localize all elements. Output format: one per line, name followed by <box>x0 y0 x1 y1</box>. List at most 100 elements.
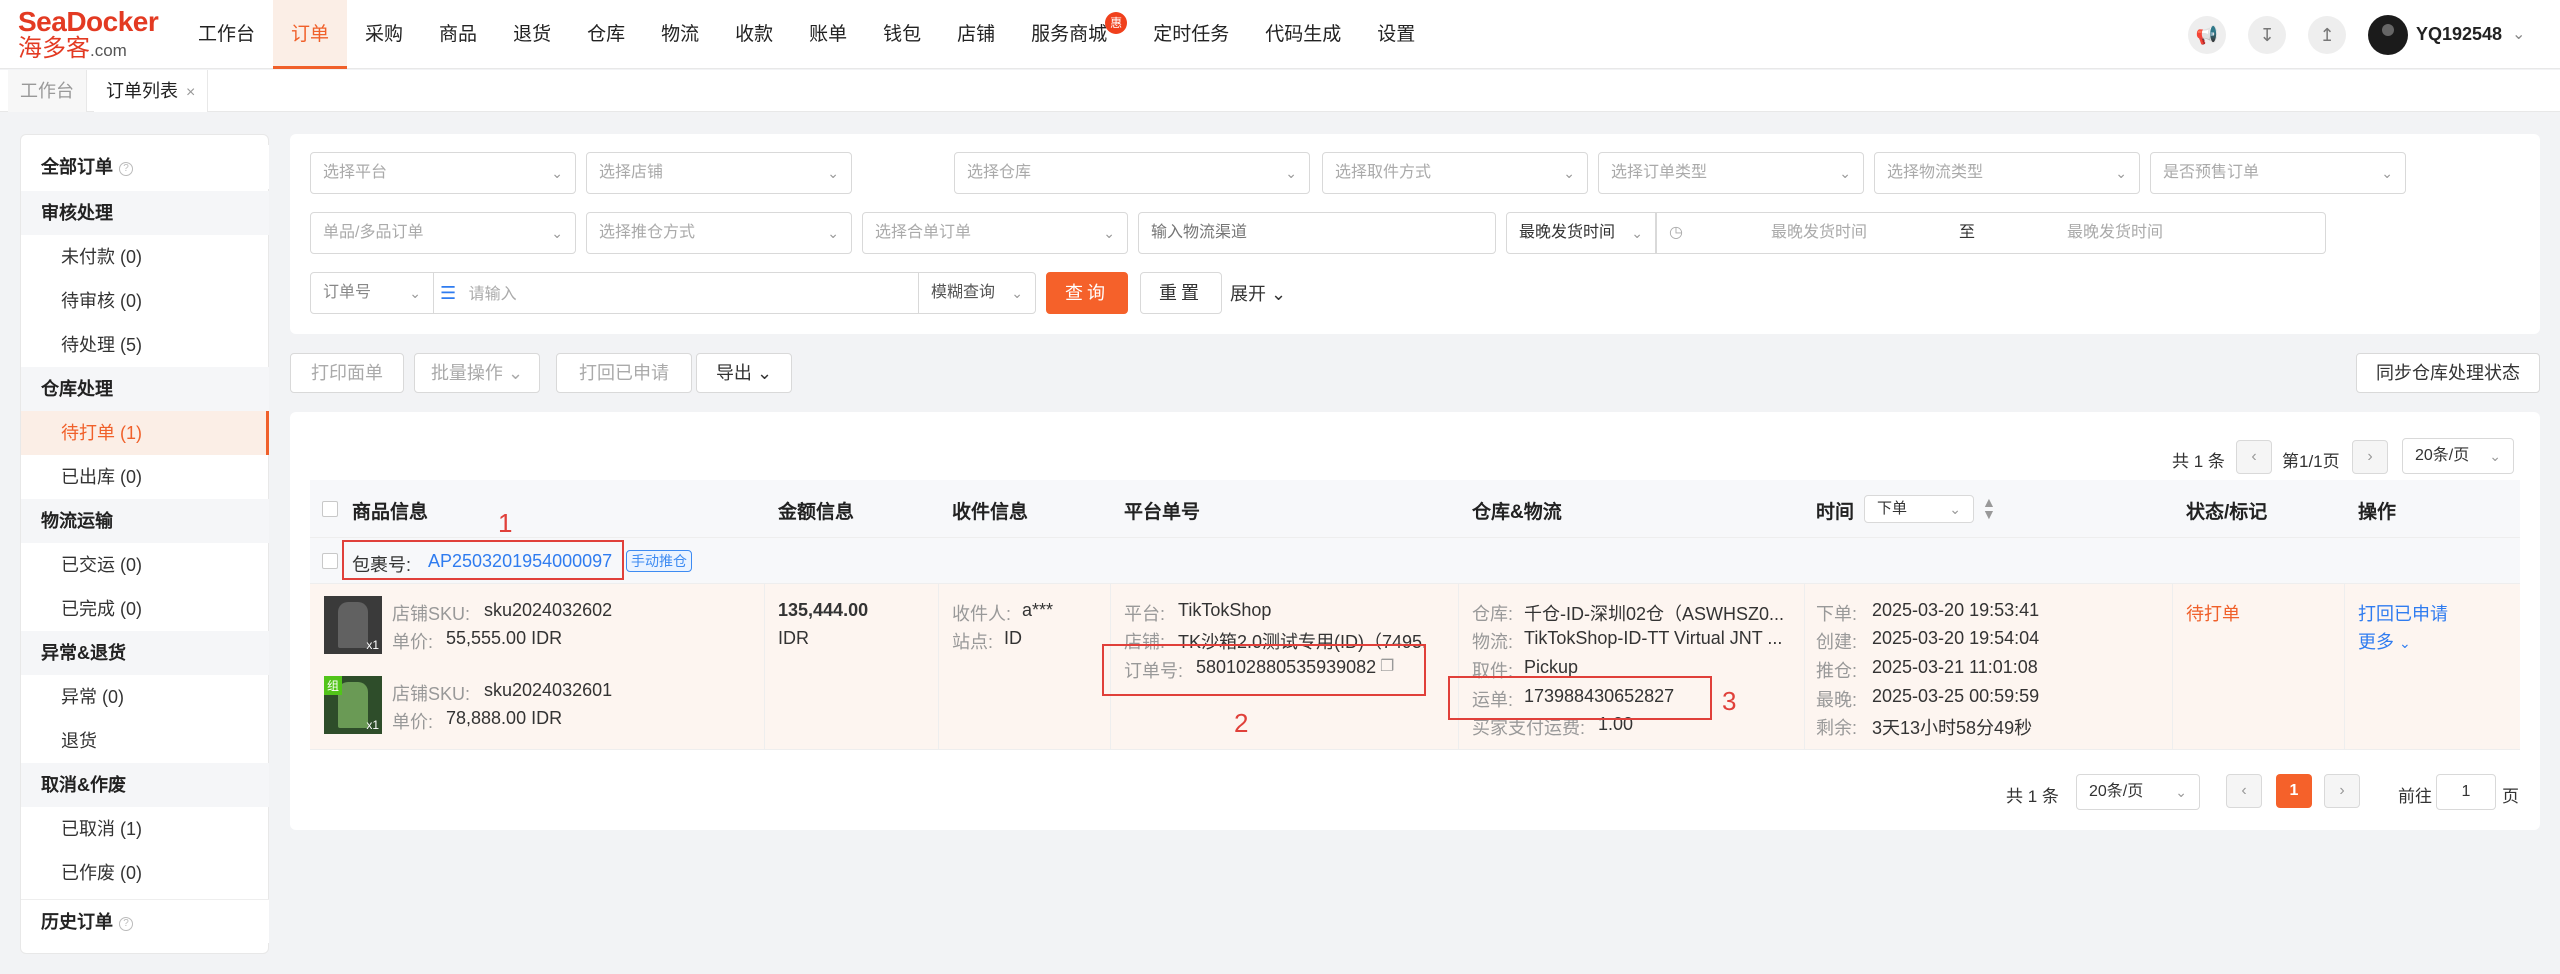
sidebar-item-returns[interactable]: 退货 <box>21 719 269 763</box>
keyword-input-wrap[interactable]: ☰ 请输入 <box>433 272 919 314</box>
download-icon[interactable]: ↧ <box>2248 16 2286 54</box>
next-page-icon[interactable]: › <box>2324 774 2360 808</box>
keyword-input[interactable]: 请输入 <box>469 286 517 303</box>
prev-page-icon[interactable]: ‹ <box>2236 440 2272 474</box>
export-button[interactable]: 导出 ⌄ <box>696 353 792 393</box>
push-method-select[interactable]: 选择推仓方式 ⌄ <box>586 212 852 254</box>
prev-page-icon[interactable]: ‹ <box>2226 774 2262 808</box>
sku-label: 店铺SKU: <box>392 684 471 704</box>
upload-icon[interactable]: ↥ <box>2308 16 2346 54</box>
sort-icon[interactable]: ▲ ▼ <box>1982 495 1996 521</box>
clock-icon: ◷ <box>1669 224 1683 241</box>
time-sort-select[interactable]: 下单 ⌄ <box>1864 495 1974 523</box>
list-icon: ☰ <box>440 283 457 303</box>
order-type-select[interactable]: 选择订单类型 ⌄ <box>1598 152 1864 194</box>
next-page-icon[interactable]: › <box>2352 440 2388 474</box>
sidebar-item-shipped-out[interactable]: 已出库 (0) <box>21 455 269 499</box>
select-all-checkbox[interactable] <box>322 501 338 517</box>
receiver-label: 收件人: <box>952 604 1012 624</box>
nav-warehouse[interactable]: 仓库 <box>569 0 643 69</box>
sidebar-item-delivered[interactable]: 已交运 (0) <box>21 543 269 587</box>
sidebar-item-voided[interactable]: 已作废 (0) <box>21 851 269 895</box>
manual-push-tag: 手动推仓 <box>626 550 692 572</box>
nav-bills[interactable]: 账单 <box>791 0 865 69</box>
product-thumbnail[interactable]: 组 x1 <box>324 676 382 734</box>
chevron-down-icon[interactable]: ⌄ <box>2512 24 2525 44</box>
merge-order-select[interactable]: 选择合单订单 ⌄ <box>862 212 1128 254</box>
tab-strip: 工作台 订单列表 × <box>0 70 2560 112</box>
date-end: 最晚发货时间 <box>2067 224 2164 241</box>
print-requested-link[interactable]: 打回已申请 <box>2358 600 2448 626</box>
time-label: 下单: <box>1816 604 1858 624</box>
nav-wallet[interactable]: 钱包 <box>865 0 939 69</box>
nav-scheduled-tasks[interactable]: 定时任务 <box>1135 0 1247 69</box>
page-size-select-top[interactable]: 20条/页 ⌄ <box>2402 438 2514 474</box>
sidebar-item-history[interactable]: 历史订单? <box>21 899 269 943</box>
sync-warehouse-button[interactable]: 同步仓库处理状态 <box>2356 353 2540 393</box>
megaphone-icon[interactable]: 📢 <box>2188 16 2226 54</box>
reset-button[interactable]: 重置 <box>1140 272 1222 314</box>
chevron-down-icon: ⌄ <box>1285 165 1297 181</box>
sidebar-item-to-print[interactable]: 待打单 (1) <box>21 411 269 455</box>
nav-purchase[interactable]: 采购 <box>347 0 421 69</box>
sidebar-item-completed[interactable]: 已完成 (0) <box>21 587 269 631</box>
nav-service-mall[interactable]: 服务商城 惠 <box>1013 0 1135 69</box>
chevron-down-icon: ⌄ <box>1631 225 1643 241</box>
avatar[interactable] <box>2368 15 2408 55</box>
presale-select[interactable]: 是否预售订单 ⌄ <box>2150 152 2406 194</box>
date-range-picker[interactable]: ◷ 最晚发货时间 至 最晚发货时间 <box>1656 212 2326 254</box>
nav-settings[interactable]: 设置 <box>1359 0 1433 69</box>
nav-payment[interactable]: 收款 <box>717 0 791 69</box>
shop-select[interactable]: 选择店铺 ⌄ <box>586 152 852 194</box>
single-multi-select[interactable]: 单品/多品订单 ⌄ <box>310 212 576 254</box>
package-checkbox[interactable] <box>322 553 338 569</box>
query-button[interactable]: 查询 <box>1046 272 1128 314</box>
nav-workbench[interactable]: 工作台 <box>180 0 273 69</box>
product-thumbnail[interactable]: x1 <box>324 596 382 654</box>
nav-products[interactable]: 商品 <box>421 0 495 69</box>
logistics-type-select[interactable]: 选择物流类型 ⌄ <box>1874 152 2140 194</box>
sidebar-item-pending-process[interactable]: 待处理 (5) <box>21 323 269 367</box>
nav-code-gen[interactable]: 代码生成 <box>1247 0 1359 69</box>
pickup-select[interactable]: 选择取件方式 ⌄ <box>1322 152 1588 194</box>
page-number-current[interactable]: 1 <box>2276 774 2312 808</box>
sidebar-group-review: 审核处理 <box>21 191 269 235</box>
goto-page-input[interactable] <box>2436 774 2496 810</box>
more-actions-link[interactable]: 更多 ⌄ <box>2358 628 2411 654</box>
page-size-select-bottom[interactable]: 20条/页 ⌄ <box>2076 774 2200 810</box>
annotation-box-3 <box>1448 676 1712 720</box>
pager-total-bottom: 共 1 条 <box>2006 787 2059 806</box>
platform-select[interactable]: 选择平台 ⌄ <box>310 152 576 194</box>
nav-shops[interactable]: 店铺 <box>939 0 1013 69</box>
brand-logo[interactable]: SeaDocker 海多客.com <box>18 8 159 62</box>
tab-workbench[interactable]: 工作台 <box>8 70 87 112</box>
platform-value: TikTokShop <box>1178 600 1272 620</box>
nav-orders[interactable]: 订单 <box>273 0 348 69</box>
chevron-down-icon: ⌄ <box>1563 165 1575 181</box>
warehouse-select[interactable]: 选择仓库 ⌄ <box>954 152 1310 194</box>
nav-returns[interactable]: 退货 <box>495 0 569 69</box>
batch-actions-button[interactable]: 批量操作 ⌄ <box>414 353 540 393</box>
print-label-button[interactable]: 打印面单 <box>290 353 404 393</box>
username[interactable]: YQ192548 <box>2416 24 2502 45</box>
time-type-select[interactable]: 最晚发货时间 ⌄ <box>1506 212 1656 254</box>
sidebar-item-all-orders[interactable]: 全部订单? <box>21 145 269 189</box>
tab-workbench-label: 工作台 <box>20 81 74 101</box>
order-no-select[interactable]: 订单号 ⌄ <box>310 272 434 314</box>
chevron-down-icon: ⌄ <box>2399 635 2411 651</box>
fuzzy-search-select[interactable]: 模糊查询 ⌄ <box>918 272 1036 314</box>
site-label: 站点: <box>952 632 994 652</box>
nav-logistics[interactable]: 物流 <box>643 0 717 69</box>
print-requested-button[interactable]: 打回已申请 <box>556 353 692 393</box>
tab-order-list[interactable]: 订单列表 × <box>94 70 209 112</box>
sidebar-item-exception[interactable]: 异常 (0) <box>21 675 269 719</box>
sidebar-item-unpaid[interactable]: 未付款 (0) <box>21 235 269 279</box>
expand-toggle[interactable]: 展开 ⌄ <box>1230 280 1286 306</box>
close-icon[interactable]: × <box>186 84 195 101</box>
main-nav: 工作台 订单 采购 商品 退货 仓库 物流 收款 账单 钱包 店铺 服务商城 惠… <box>180 0 1433 69</box>
sidebar-item-cancelled[interactable]: 已取消 (1) <box>21 807 269 851</box>
channel-input[interactable] <box>1138 212 1496 254</box>
chevron-down-icon: ⌄ <box>551 225 563 241</box>
sidebar-item-pending-review[interactable]: 待审核 (0) <box>21 279 269 323</box>
sidebar-item-label: 历史订单 <box>41 912 113 932</box>
